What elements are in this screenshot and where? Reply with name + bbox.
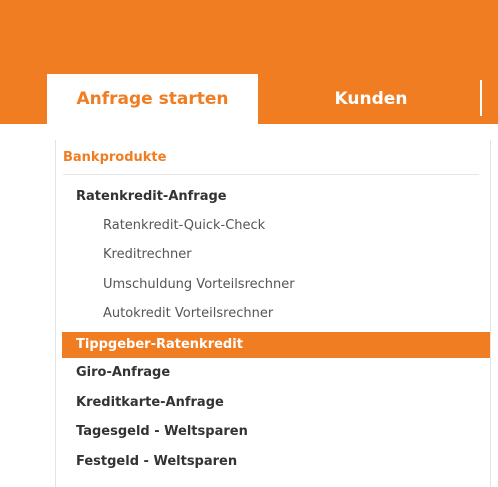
section-divider: [63, 174, 479, 175]
tab-divider: [480, 80, 482, 116]
menu-item-ratenkredit-anfrage[interactable]: Ratenkredit-Anfrage: [76, 184, 227, 210]
menu-item-festgeld-weltsparen[interactable]: Festgeld - Weltsparen: [76, 449, 237, 475]
tab-label: Kunden: [334, 89, 408, 109]
tab-label: Anfrage starten: [76, 89, 229, 109]
menu-item-label: Tippgeber-Ratenkredit: [76, 337, 243, 352]
top-navigation-bar: Anfrage starten Kunden: [0, 0, 498, 124]
menu-item-autokredit-vorteilsrechner[interactable]: Autokredit Vorteilsrechner: [103, 301, 273, 327]
tab-kunden[interactable]: Kunden: [275, 74, 467, 124]
menu-item-tagesgeld-weltsparen[interactable]: Tagesgeld - Weltsparen: [76, 419, 248, 445]
menu-item-giro-anfrage[interactable]: Giro-Anfrage: [76, 360, 170, 386]
menu-item-tippgeber-ratenkredit[interactable]: Tippgeber-Ratenkredit: [62, 332, 490, 358]
menu-item-ratenkredit-quick-check[interactable]: Ratenkredit-Quick-Check: [103, 213, 265, 239]
section-title-bankprodukte: Bankprodukte: [63, 150, 167, 165]
menu-item-umschuldung-vorteilsrechner[interactable]: Umschuldung Vorteilsrechner: [103, 272, 295, 298]
menu-item-kreditkarte-anfrage[interactable]: Kreditkarte-Anfrage: [76, 390, 224, 416]
tab-anfrage-starten[interactable]: Anfrage starten: [47, 74, 258, 124]
menu-item-kreditrechner[interactable]: Kreditrechner: [103, 242, 192, 268]
